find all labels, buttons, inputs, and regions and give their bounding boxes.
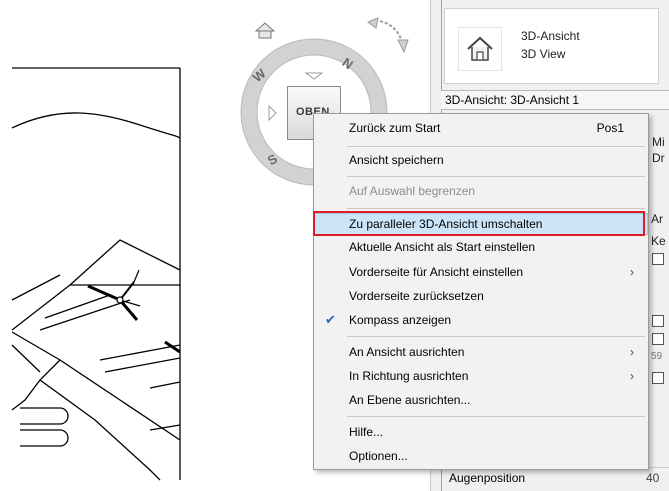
menu-separator <box>347 416 645 417</box>
property-fragment: 59 <box>651 351 663 362</box>
menu-item-orient-direction[interactable]: In Richtung ausrichten › <box>314 365 648 387</box>
menu-item-label: Hilfe... <box>349 425 384 439</box>
menu-item-label: Ansicht speichern <box>349 153 444 167</box>
menu-item-label: Zu paralleler 3D-Ansicht umschalten <box>349 217 543 231</box>
property-checkbox[interactable] <box>652 372 664 384</box>
instance-selector[interactable]: 3D-Ansicht: 3D-Ansicht 1 <box>441 90 669 110</box>
property-fragment: Ar <box>651 212 663 226</box>
menu-item-label: Aktuelle Ansicht als Start einstellen <box>349 240 536 254</box>
menu-item-label: Kompass anzeigen <box>349 313 452 327</box>
menu-separator <box>347 336 645 337</box>
menu-item-label: Vorderseite für Ansicht einstellen <box>349 265 524 279</box>
menu-item-limit-to-selection: Auf Auswahl begrenzen <box>314 180 648 202</box>
menu-item-orient-to-view[interactable]: An Ansicht ausrichten › <box>314 341 648 363</box>
submenu-arrow-icon: › <box>630 265 634 279</box>
submenu-arrow-icon: › <box>630 345 634 359</box>
eye-position-value[interactable]: 40 <box>646 471 659 485</box>
menu-item-label: Optionen... <box>349 449 408 463</box>
menu-item-label: Auf Auswahl begrenzen <box>349 184 476 198</box>
checkmark-icon: ✔ <box>325 312 336 327</box>
property-fragment: Mi <box>652 135 665 149</box>
menu-item-orient-to-plane[interactable]: An Ebene ausrichten... <box>314 389 648 411</box>
type-name: 3D-Ansicht <box>521 29 580 43</box>
menu-separator <box>347 208 645 209</box>
property-checkbox[interactable] <box>652 333 664 345</box>
property-checkbox[interactable] <box>652 253 664 265</box>
menu-item-shortcut: Pos1 <box>596 121 624 135</box>
eye-position-row: Augenposition 40 <box>441 467 669 488</box>
menu-item-help[interactable]: Hilfe... <box>314 421 648 443</box>
type-selector[interactable]: 3D-Ansicht 3D View <box>444 8 659 84</box>
menu-item-reset-front[interactable]: Vorderseite zurücksetzen <box>314 285 648 307</box>
menu-item-go-home[interactable]: Zurück zum Start Pos1 <box>314 117 648 139</box>
menu-separator <box>347 146 645 147</box>
menu-item-switch-parallel-3d[interactable]: Zu paralleler 3D-Ansicht umschalten <box>314 213 648 235</box>
submenu-arrow-icon: › <box>630 369 634 383</box>
menu-item-label: An Ansicht ausrichten <box>349 345 465 359</box>
menu-item-label: An Ebene ausrichten... <box>349 393 471 407</box>
menu-item-label: In Richtung ausrichten <box>349 369 469 383</box>
menu-item-set-current-as-home[interactable]: Aktuelle Ansicht als Start einstellen <box>314 236 648 258</box>
property-fragment: Dr <box>652 151 665 165</box>
menu-item-label: Vorderseite zurücksetzen <box>349 289 484 303</box>
menu-separator <box>347 176 645 177</box>
menu-item-set-front[interactable]: Vorderseite für Ansicht einstellen › <box>314 261 648 283</box>
property-fragment: Ke <box>651 234 666 248</box>
menu-item-options[interactable]: Optionen... <box>314 445 648 467</box>
property-checkbox[interactable] <box>652 315 664 327</box>
house-icon <box>458 27 502 71</box>
menu-item-show-compass[interactable]: ✔ Kompass anzeigen <box>314 309 648 331</box>
menu-item-label: Zurück zum Start <box>349 121 441 135</box>
type-name-en: 3D View <box>521 47 566 61</box>
eye-position-label: Augenposition <box>449 471 526 485</box>
viewcube-context-menu: Zurück zum Start Pos1 Ansicht speichern … <box>313 113 649 470</box>
menu-item-save-view[interactable]: Ansicht speichern <box>314 149 648 171</box>
